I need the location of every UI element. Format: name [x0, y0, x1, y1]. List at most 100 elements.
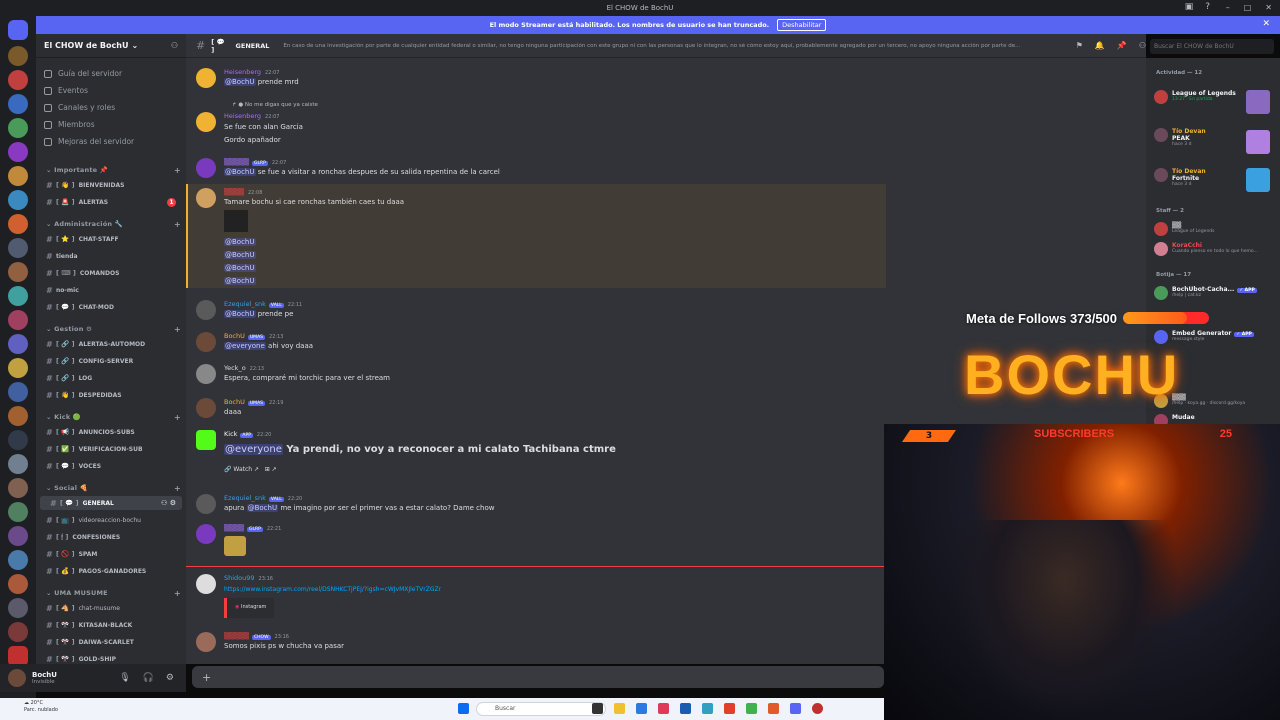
discord-home-icon[interactable] [8, 20, 28, 40]
avatar[interactable] [196, 364, 216, 384]
server-icon[interactable] [8, 238, 28, 258]
channel-pagos-ganadores[interactable]: #[ 💰 ] PAGOS-GANADORES [36, 564, 182, 578]
server-icon[interactable] [8, 142, 28, 162]
member-item[interactable]: ▒▒ League of Legends [1154, 222, 1215, 236]
channel-spam[interactable]: #[ 🚫 ] SPAM [36, 547, 182, 561]
server-header[interactable]: El CHOW de BochU ⌄ ⚇ [36, 34, 186, 58]
windows-start-icon[interactable] [458, 703, 469, 714]
edge-icon[interactable] [702, 703, 713, 714]
channel-topic[interactable]: En caso de una investigación por parte d… [283, 43, 1063, 49]
channel-chat-staff[interactable]: #[ ⭐ ] CHAT-STAFF [36, 232, 182, 246]
avatar[interactable] [196, 574, 216, 594]
nav-boosts[interactable]: Mejoras del servidor [44, 137, 134, 146]
message-author[interactable]: Heisenberg 22:07 [224, 112, 279, 120]
reply-preview[interactable]: ↱ ● No me digas que ya caiste [232, 102, 318, 108]
server-icon[interactable] [8, 550, 28, 570]
server-icon[interactable] [8, 310, 28, 330]
channel-alertas[interactable]: #[ 🚨 ] ALERTAS 1 [36, 195, 182, 209]
server-icon[interactable] [8, 382, 28, 402]
app-icon[interactable] [680, 703, 691, 714]
avatar[interactable] [196, 68, 216, 88]
avatar[interactable] [196, 524, 216, 544]
category-gestion[interactable]: ⌄ Gestion ⚙ + [46, 325, 181, 334]
microphone-icon[interactable]: 🎙 [119, 673, 130, 683]
server-icon[interactable] [8, 502, 28, 522]
pin-icon[interactable]: 📌 [1117, 41, 1127, 50]
app-icon[interactable] [658, 703, 669, 714]
message-composer[interactable]: + [192, 666, 884, 688]
maximize-button[interactable]: □ [1244, 3, 1252, 12]
gear-icon[interactable]: ⚙ [166, 673, 174, 683]
app-icon[interactable] [768, 703, 779, 714]
server-icon[interactable] [8, 118, 28, 138]
channel-voces[interactable]: #[ 💬 ] VOCES [36, 459, 182, 473]
channel-verificacion-sub[interactable]: #[ ✅ ] VERIFICACION-SUB [36, 442, 182, 456]
server-icon[interactable] [8, 334, 28, 354]
server-icon[interactable] [8, 574, 28, 594]
server-icon[interactable] [8, 70, 28, 90]
server-icon[interactable] [8, 406, 28, 426]
server-icon[interactable] [8, 454, 28, 474]
member-item[interactable]: Tío Devan Fortnite hace 3 d [1154, 168, 1206, 187]
category-importante[interactable]: ⌄ Importante 📌 + [46, 166, 181, 175]
channel-bienvenidas[interactable]: #[ 👋 ] BIENVENIDAS [36, 178, 182, 192]
task-view-icon[interactable] [592, 703, 603, 714]
nav-channels-roles[interactable]: Canales y roles [44, 103, 115, 112]
server-icon[interactable] [8, 286, 28, 306]
server-icon[interactable] [8, 190, 28, 210]
avatar[interactable] [196, 632, 216, 652]
weather-widget[interactable]: ☁ 20°C Parc. nublado [24, 700, 58, 714]
server-icon[interactable] [8, 622, 28, 642]
member-item[interactable]: League of Legends 13:27 · En partida [1154, 90, 1236, 104]
headphones-icon[interactable]: 🎧 [143, 673, 154, 683]
avatar[interactable] [196, 300, 216, 320]
server-icon[interactable] [8, 262, 28, 282]
member-item[interactable]: BochUbot-Cacha... ✓ APP/help | cat.kz [1154, 286, 1257, 300]
add-channel-icon[interactable]: + [174, 220, 181, 229]
store-icon[interactable] [636, 703, 647, 714]
watch-button[interactable]: 🔗 Watch ↗ ⊞ ↗ [224, 466, 277, 473]
add-attachment-icon[interactable]: + [202, 671, 211, 684]
channel-comandos[interactable]: #[ ⌨ ] COMANDOS [36, 266, 182, 280]
obs-icon[interactable] [812, 703, 823, 714]
channel-daiwa-scarlet[interactable]: #[ 🎌 ] DAIWA-SCARLET [36, 635, 182, 649]
disable-streamer-button[interactable]: Deshabilitar [777, 19, 827, 31]
avatar[interactable] [196, 398, 216, 418]
add-member-icon[interactable]: ⚇ [171, 41, 178, 50]
channel-anuncios-subs[interactable]: #[ 📢 ] ANUNCIOS-SUBS [36, 425, 182, 439]
notification-bell-icon[interactable]: 🔔 [1095, 41, 1105, 50]
taskbar-search[interactable]: Buscar [476, 702, 606, 716]
server-icon[interactable] [8, 94, 28, 114]
category-administracion[interactable]: ⌄ Administración 🔧 + [46, 220, 181, 229]
avatar[interactable] [196, 112, 216, 132]
avatar[interactable] [196, 158, 216, 178]
new-server-icon[interactable] [8, 646, 28, 666]
avatar[interactable] [8, 669, 26, 687]
nav-server-guide[interactable]: Guía del servidor [44, 69, 122, 78]
minimize-button[interactable]: – [1226, 3, 1230, 12]
message-author[interactable]: BochU UMAS 22:13 [224, 332, 283, 340]
avatar[interactable] [196, 332, 216, 352]
channel-kitasan-black[interactable]: #[ 🎌 ] KITASAN-BLACK [36, 618, 182, 632]
server-icon[interactable] [8, 598, 28, 618]
add-channel-icon[interactable]: + [174, 484, 181, 493]
inbox-icon[interactable]: ▣ [1185, 2, 1194, 12]
chrome-icon[interactable] [724, 703, 735, 714]
kick-logo-icon[interactable] [196, 430, 216, 450]
settings-icon[interactable]: ⚇ ⚙ [161, 499, 176, 507]
channel-config-server[interactable]: #[ 🔗 ] CONFIG-SERVER [36, 354, 182, 368]
server-icon[interactable] [8, 358, 28, 378]
message-author[interactable]: Heisenberg 22:07 [224, 68, 279, 76]
message-author[interactable]: BochU UMAS 22:19 [224, 398, 283, 406]
server-icon[interactable] [8, 166, 28, 186]
message-author[interactable]: Shidou99 23:16 [224, 574, 273, 582]
file-explorer-icon[interactable] [614, 703, 625, 714]
add-channel-icon[interactable]: + [174, 589, 181, 598]
channel-confesiones[interactable]: #[ 🕯 ] CONFESIONES [36, 530, 182, 544]
member-item[interactable]: Tío Devan PEAK hace 3 d [1154, 128, 1206, 147]
sticker-image[interactable] [224, 536, 246, 556]
nav-members[interactable]: Miembros [44, 120, 95, 129]
message-author[interactable]: Ezequiel_snk VALL 22:20 [224, 494, 302, 502]
add-channel-icon[interactable]: + [174, 166, 181, 175]
message-author[interactable]: Kick APP 22:20 [224, 430, 271, 438]
